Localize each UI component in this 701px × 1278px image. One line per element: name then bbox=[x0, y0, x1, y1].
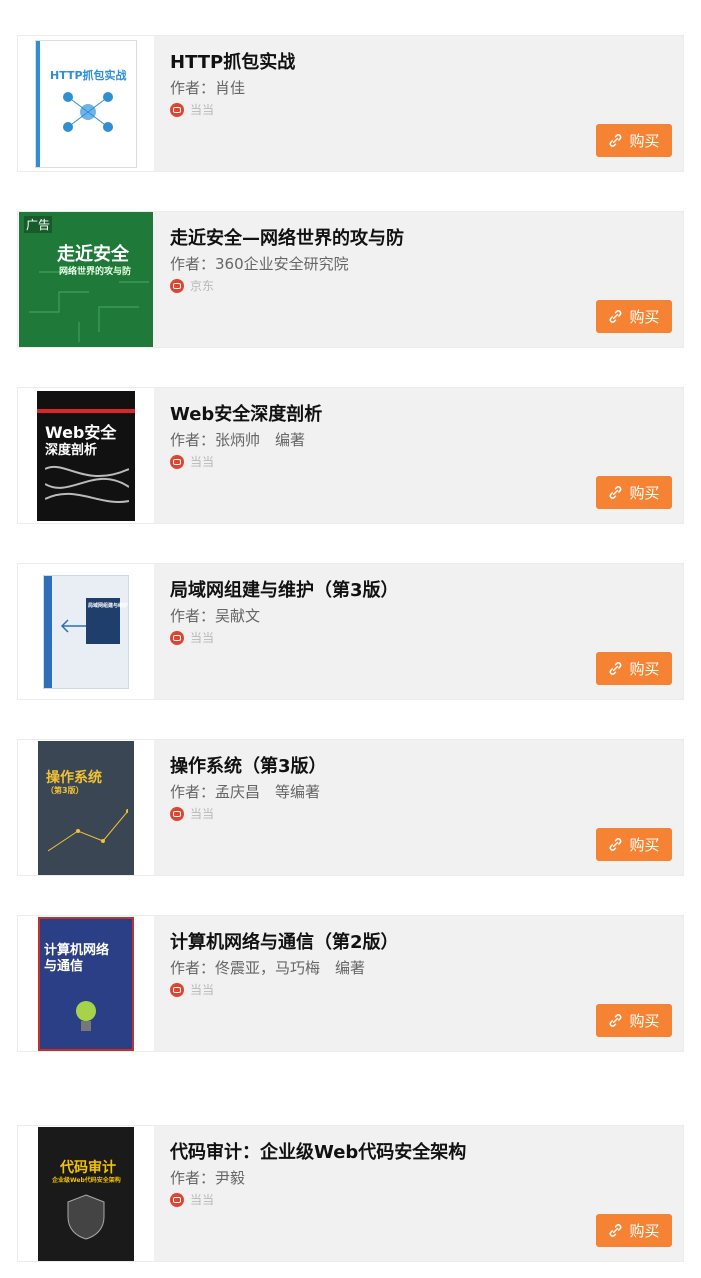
book-author: 作者：肖佳 bbox=[170, 79, 246, 97]
buy-label: 购买 bbox=[629, 308, 660, 326]
cover-image: 局域网组建与维护 bbox=[43, 574, 129, 689]
buy-button[interactable]: 购买 bbox=[596, 300, 672, 333]
book-card[interactable]: Web安全 深度剖析 Web安全深度剖析 作者：张炳帅 编著 当当 购买 bbox=[17, 387, 684, 524]
book-card[interactable]: 操作系统 （第3版） 操作系统（第3版） 作者：孟庆昌 等编著 当当 购买 bbox=[17, 739, 684, 876]
dangdang-logo-icon bbox=[170, 102, 184, 117]
cover-subtitle: （第3版） bbox=[46, 785, 84, 795]
buy-label: 购买 bbox=[629, 1012, 660, 1030]
book-title[interactable]: Web安全深度剖析 bbox=[170, 400, 322, 426]
dangdang-logo-icon bbox=[170, 454, 184, 469]
cover-image: 计算机网络 与通信 bbox=[38, 916, 134, 1051]
cover-subtitle: 企业级Web代码安全架构 bbox=[52, 1176, 121, 1184]
buy-button[interactable]: 购买 bbox=[596, 828, 672, 861]
dangdang-logo-icon bbox=[170, 806, 184, 821]
cover-image: 操作系统 （第3版） bbox=[38, 740, 134, 875]
book-card[interactable]: 局域网组建与维护 局域网组建与维护（第3版） 作者：吴献文 当当 购买 bbox=[17, 563, 684, 700]
book-author: 作者：360企业安全研究院 bbox=[170, 255, 349, 273]
cover-image: 代码审计 企业级Web代码安全架构 bbox=[38, 1126, 134, 1261]
link-icon bbox=[610, 1014, 622, 1027]
cover-image: Web安全 深度剖析 bbox=[37, 390, 135, 521]
cover-image: HTTP抓包实战 bbox=[35, 39, 137, 168]
book-title[interactable]: 代码审计：企业级Web代码安全架构 bbox=[170, 1138, 466, 1164]
jd-logo-icon bbox=[170, 278, 184, 293]
seller: 当当 bbox=[170, 101, 214, 118]
book-author: 作者：张炳帅 编著 bbox=[170, 431, 306, 449]
link-icon bbox=[610, 134, 622, 147]
link-icon bbox=[610, 1224, 622, 1237]
book-cover[interactable]: Web安全 深度剖析 bbox=[18, 388, 154, 523]
buy-label: 购买 bbox=[629, 1222, 660, 1240]
dangdang-logo-icon bbox=[170, 982, 184, 997]
cover-subtitle: 网络世界的攻与防 bbox=[59, 267, 132, 277]
link-icon bbox=[610, 486, 622, 499]
dangdang-logo-icon bbox=[170, 1192, 184, 1207]
buy-label: 购买 bbox=[629, 484, 660, 502]
book-title[interactable]: HTTP抓包实战 bbox=[170, 48, 295, 74]
arrow-left-icon bbox=[60, 618, 86, 633]
book-cover[interactable]: HTTP抓包实战 bbox=[18, 36, 154, 171]
book-author: 作者：尹毅 bbox=[170, 1169, 246, 1187]
lightbulb-icon bbox=[76, 1000, 96, 1031]
book-title[interactable]: 操作系统（第3版） bbox=[170, 752, 327, 778]
network-dots-icon bbox=[48, 808, 128, 851]
buy-button[interactable]: 购买 bbox=[596, 124, 672, 157]
cover-subtitle: 深度剖析 bbox=[45, 442, 98, 458]
link-icon bbox=[610, 662, 622, 675]
buy-button[interactable]: 购买 bbox=[596, 476, 672, 509]
cover-title: 走近安全 bbox=[57, 244, 129, 265]
cover-subtitle: 与通信 bbox=[44, 958, 84, 974]
book-title[interactable]: 局域网组建与维护（第3版） bbox=[170, 576, 399, 602]
book-title[interactable]: 计算机网络与通信（第2版） bbox=[170, 928, 399, 954]
buy-button[interactable]: 购买 bbox=[596, 1004, 672, 1037]
shield-icon bbox=[67, 1193, 105, 1240]
buy-label: 购买 bbox=[629, 660, 660, 678]
link-icon bbox=[610, 310, 622, 323]
ad-label: 广告 bbox=[24, 216, 53, 233]
buy-button[interactable]: 购买 bbox=[596, 1214, 672, 1247]
seller: 当当 bbox=[170, 981, 214, 998]
cover-title: 操作系统 bbox=[46, 769, 102, 786]
cover-title: HTTP抓包实战 bbox=[50, 68, 127, 82]
dangdang-logo-icon bbox=[170, 630, 184, 645]
buy-button[interactable]: 购买 bbox=[596, 652, 672, 685]
link-icon bbox=[610, 838, 622, 851]
book-title[interactable]: 走近安全—网络世界的攻与防 bbox=[170, 224, 404, 250]
book-cover[interactable]: 走近安全 网络世界的攻与防 广告 bbox=[18, 212, 154, 347]
buy-label: 购买 bbox=[629, 836, 660, 854]
network-diagram-icon bbox=[63, 91, 113, 132]
book-cover[interactable]: 局域网组建与维护 bbox=[18, 564, 154, 699]
seller: 当当 bbox=[170, 1191, 214, 1208]
book-cover[interactable]: 代码审计 企业级Web代码安全架构 bbox=[18, 1126, 154, 1261]
book-card[interactable]: HTTP抓包实战 HTTP抓包实战 作者：肖佳 当当 购买 bbox=[17, 35, 684, 172]
book-card[interactable]: 计算机网络 与通信 计算机网络与通信（第2版） 作者：佟震亚，马巧梅 编著 当当… bbox=[17, 915, 684, 1052]
seller: 京东 bbox=[170, 277, 214, 294]
book-card[interactable]: 走近安全 网络世界的攻与防 广告 走近安全—网络世界的攻与防 作者：360企业安… bbox=[17, 211, 684, 348]
cover-title: 代码审计 bbox=[60, 1159, 116, 1176]
cover-title: 局域网组建与维护 bbox=[88, 602, 129, 609]
book-author: 作者：孟庆昌 等编著 bbox=[170, 783, 321, 801]
book-cover[interactable]: 操作系统 （第3版） bbox=[18, 740, 154, 875]
buy-label: 购买 bbox=[629, 132, 660, 150]
book-card[interactable]: 代码审计 企业级Web代码安全架构 代码审计：企业级Web代码安全架构 作者：尹… bbox=[17, 1125, 684, 1262]
book-author: 作者：佟震亚，马巧梅 编著 bbox=[170, 959, 366, 977]
book-author: 作者：吴献文 bbox=[170, 607, 261, 625]
book-cover[interactable]: 计算机网络 与通信 bbox=[18, 916, 154, 1051]
cables-pattern-icon bbox=[45, 465, 129, 503]
seller: 当当 bbox=[170, 805, 214, 822]
seller: 当当 bbox=[170, 453, 214, 470]
seller: 当当 bbox=[170, 629, 214, 646]
